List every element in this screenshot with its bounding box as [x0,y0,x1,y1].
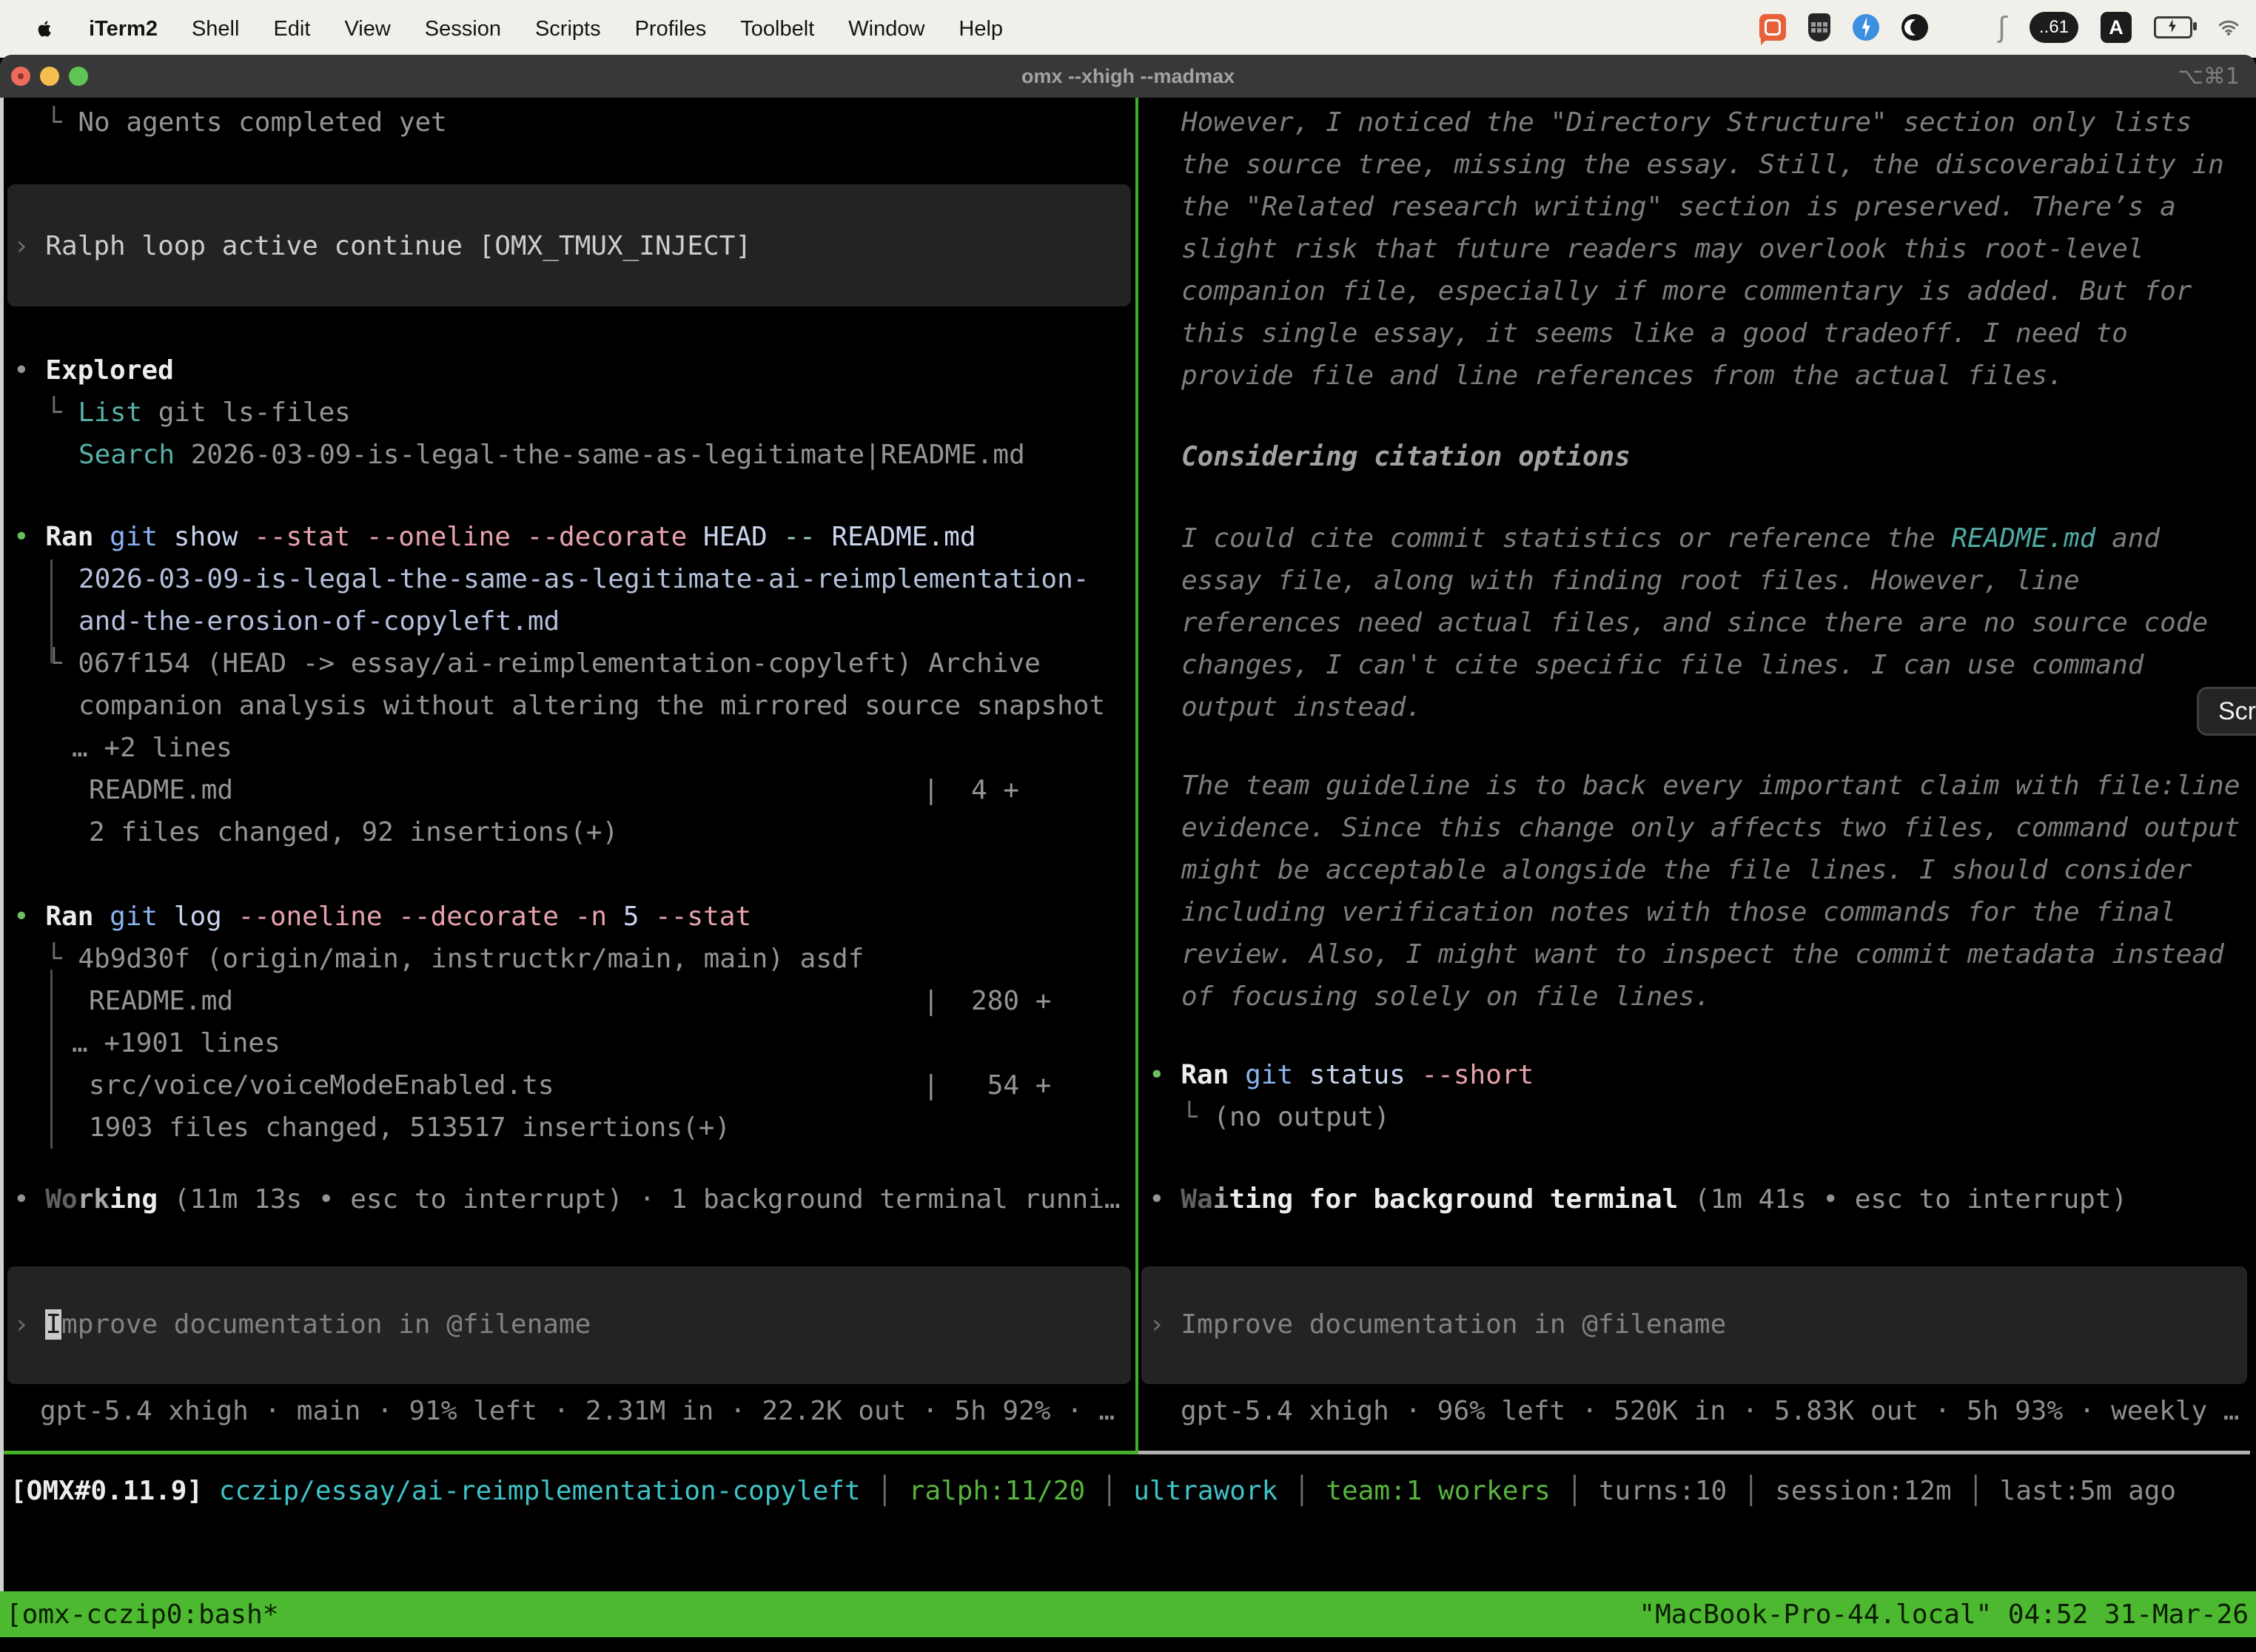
apple-icon[interactable] [34,17,55,41]
active-pane-border [4,1451,1138,1454]
prompt-input-left[interactable] [7,1266,1131,1384]
prompt-input-right[interactable] [1141,1266,2247,1384]
menu-item-toolbelt[interactable]: Toolbelt [740,17,814,41]
output-tree-connector [50,970,53,1149]
tmux-session-label: [omx-cczip0:bash* [0,1599,278,1630]
inactive-pane-border [1138,1451,2250,1454]
screen: { "colors": { "menubar_bg": "#f0efe9", "… [0,0,2256,1652]
window-shortcut: ⌥⌘1 [2178,55,2240,98]
window-titlebar[interactable]: omx --xhigh --madmax ⌥⌘1 [0,55,2256,98]
menu-item-shell[interactable]: Shell [192,17,240,41]
hook-icon[interactable]: ʃ [1998,13,2007,41]
menu-item-scripts[interactable]: Scripts [535,17,601,41]
menu-item-help[interactable]: Help [959,17,1003,41]
window-title: omx --xhigh --madmax [0,55,2256,98]
output-tree-connector [50,560,53,663]
record-icon[interactable] [1901,14,1928,41]
menu-bar: iTerm2 Shell Edit View Session Scripts Profile… [0,0,2256,58]
menu-item-edit[interactable]: Edit [273,17,310,41]
window-left-edge [0,98,4,1637]
menu-item-window[interactable]: Window [848,17,924,41]
prompt-input-left-top[interactable] [7,184,1131,306]
verified-badge-icon[interactable] [1853,14,1879,41]
wifi-icon[interactable] [2215,16,2243,38]
dots-grid-icon[interactable] [1950,15,1975,40]
menu-status-icons: ʃ ..61 A [1759,0,2243,55]
screen-share-overlay[interactable]: Scre [2197,687,2256,736]
menu-item-iterm2[interactable]: iTerm2 [89,17,158,41]
pane-divider[interactable] [1135,98,1138,1452]
shield-icon[interactable] [1808,13,1830,41]
menu-item-session[interactable]: Session [425,17,501,41]
count-badge[interactable]: ..61 [2030,12,2078,43]
battery-icon[interactable] [2154,16,2192,38]
menu-item-view[interactable]: View [344,17,390,41]
screen-share-label: Scre [2218,697,2256,726]
tmux-status-bar: [omx-cczip0:bash* "MacBook-Pro-44.local"… [0,1591,2256,1637]
chat-icon[interactable] [1759,14,1786,41]
keyboard-layout-icon[interactable]: A [2101,12,2132,43]
terminal-viewport [0,98,2256,1652]
menu-item-profiles[interactable]: Profiles [635,17,707,41]
tmux-host-clock: "MacBook-Pro-44.local" 04:52 31-Mar-26 [1639,1599,2256,1630]
